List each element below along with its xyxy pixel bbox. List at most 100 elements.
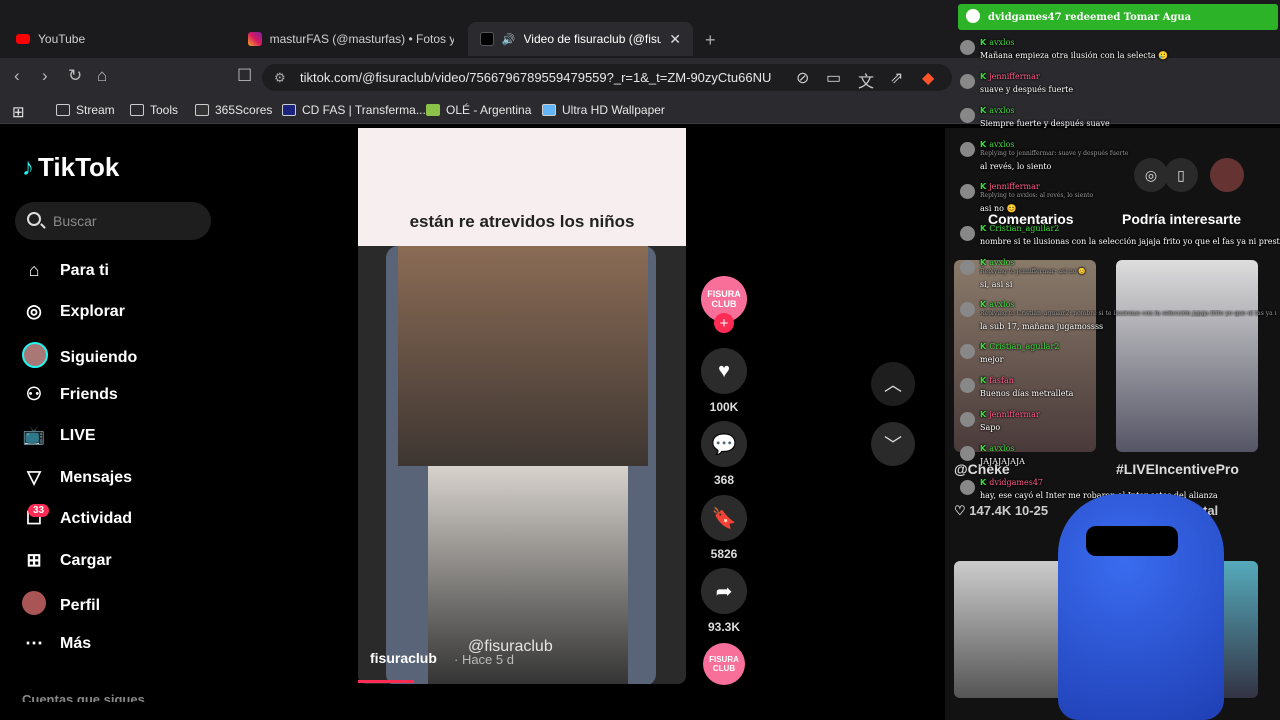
profile-avatar-icon[interactable]: [1210, 158, 1244, 192]
heart-icon: ♥: [701, 348, 747, 394]
nav-cargar[interactable]: ⊞ Cargar: [22, 550, 111, 571]
wallpaper-icon: [542, 104, 556, 116]
close-tab-icon[interactable]: ✕: [669, 31, 681, 48]
comment-count: 368: [713, 473, 735, 487]
bookmark-icon: 🔖: [701, 495, 747, 541]
tab-podria-interesarte[interactable]: Podría interesarte: [1122, 211, 1241, 227]
phone-icon[interactable]: ▯: [1164, 158, 1198, 192]
nav-perfil[interactable]: Perfil: [22, 591, 100, 620]
apps-grid-icon[interactable]: ⊞: [12, 103, 25, 121]
nav-explorar[interactable]: ◎ Explorar: [22, 301, 125, 322]
video-frame-top: [398, 246, 648, 466]
next-video-button[interactable]: ﹀: [871, 422, 915, 466]
bookmark-365scores[interactable]: 365Scores: [195, 103, 272, 117]
nav-live[interactable]: 📺 LIVE: [22, 425, 96, 446]
address-bar[interactable]: ⚙ tiktok.com/@fisuraclub/video/756679678…: [262, 64, 952, 91]
tab-youtube[interactable]: YouTube: [4, 22, 234, 56]
kick-icon: K: [980, 478, 987, 487]
avatar: [960, 74, 975, 89]
brave-shield-icon[interactable]: ◆: [922, 68, 934, 88]
send-icon: ▽: [27, 467, 41, 487]
audio-icon[interactable]: 🔊: [502, 33, 516, 46]
user-avatar-icon: [966, 9, 980, 23]
kick-icon: K: [980, 258, 987, 267]
youtube-icon: [16, 34, 30, 44]
avatar: [960, 378, 975, 393]
search-input[interactable]: Buscar: [15, 202, 211, 240]
nav-mensajes[interactable]: ▽ Mensajes: [22, 467, 132, 488]
suggested-video-thumb[interactable]: [954, 260, 1096, 452]
cast-icon[interactable]: ▭: [826, 68, 841, 88]
avatar: [960, 142, 975, 157]
instagram-icon: [248, 32, 262, 46]
video-progress[interactable]: [358, 680, 414, 683]
nav-para-ti[interactable]: ⌂ Para ti: [22, 260, 109, 281]
previous-video-button[interactable]: ︿: [871, 362, 915, 406]
more-icon: ⋯: [25, 633, 43, 653]
bookmark-cdfas[interactable]: CD FAS | Transferma...: [282, 103, 426, 117]
follow-plus-icon[interactable]: +: [714, 313, 734, 333]
tiktok-logo[interactable]: ♪ TikTok: [22, 152, 119, 183]
save-button[interactable]: 🔖 5826: [701, 495, 747, 561]
nav-friends[interactable]: ⚇ Friends: [22, 384, 118, 405]
back-icon[interactable]: ‹: [14, 66, 20, 86]
avatar: [960, 226, 975, 241]
comment-button[interactable]: 💬 368: [701, 421, 747, 487]
nav-mas[interactable]: ⋯ Más: [22, 633, 91, 654]
bookmark-ole[interactable]: OLÉ - Argentina: [426, 103, 531, 117]
transfermarkt-icon: [282, 104, 296, 116]
bookmark-wallpaper[interactable]: Ultra HD Wallpaper: [542, 103, 665, 117]
live-icon: 📺: [22, 425, 46, 445]
tiktok-note-icon: ♪: [22, 153, 34, 181]
avatar: [960, 108, 975, 123]
like-button[interactable]: ♥ 100K: [701, 348, 747, 414]
search-icon: [27, 212, 41, 226]
new-tab-icon[interactable]: +: [705, 30, 716, 51]
share-button[interactable]: ➦ 93.3K: [701, 568, 747, 634]
activity-badge: 33: [28, 504, 50, 517]
suggested-video-likes: ♡ 147.4K 10-25: [954, 503, 1049, 518]
compass-icon[interactable]: ◎: [1134, 158, 1168, 192]
video-author[interactable]: fisuraclub: [370, 650, 437, 666]
home-icon: ⌂: [28, 260, 40, 280]
bookmark-tools[interactable]: Tools: [130, 103, 178, 117]
chevron-down-icon: ﹀: [884, 435, 902, 455]
bookmark-stream[interactable]: Stream: [56, 103, 115, 117]
avatar: [960, 446, 975, 461]
video-frame: [386, 246, 656, 684]
avatar: [960, 302, 975, 317]
folder-icon: [130, 104, 144, 116]
translate-icon[interactable]: 文: [858, 68, 874, 92]
profile-avatar-icon: [22, 591, 46, 620]
forward-icon[interactable]: ›: [42, 66, 48, 86]
tab-tiktok[interactable]: 🔊 Video de fisuraclub (@fisurac ✕: [468, 22, 693, 56]
video-player[interactable]: están re atrevidos los niños: [358, 128, 686, 684]
kick-icon: K: [980, 38, 987, 47]
mute-icon[interactable]: ⊘: [796, 68, 809, 88]
share-page-icon[interactable]: ⇗: [890, 68, 903, 88]
tab-instagram[interactable]: mastur​FAS (@masturfas) • Fotos y vi: [236, 22, 466, 56]
save-count: 5826: [710, 547, 738, 561]
avatar: [960, 480, 975, 495]
music-disc[interactable]: FISURA CLUB: [703, 643, 745, 685]
reload-icon[interactable]: ↻: [68, 66, 82, 86]
following-accounts-heading: Cuentas que sigues: [22, 692, 145, 702]
nav-siguiendo[interactable]: Siguiendo: [22, 342, 137, 373]
kick-icon: K: [980, 224, 987, 233]
following-avatar-icon: [22, 342, 48, 373]
bookmark-page-icon[interactable]: ☐: [237, 66, 252, 86]
redeem-banner: dvidgames47 redeemed Tomar Agua: [958, 4, 1278, 30]
comment-icon: 💬: [701, 421, 747, 467]
video-caption: están re atrevidos los niños: [409, 212, 635, 231]
suggested-video-thumb[interactable]: [1116, 260, 1258, 452]
tiktok-icon: [480, 32, 494, 46]
kick-icon: K: [980, 444, 987, 453]
avatar: [960, 412, 975, 427]
ole-icon: [426, 104, 440, 116]
upload-icon: ⊞: [26, 550, 42, 570]
mascot-overlay: [1058, 494, 1224, 720]
suggested-video-name[interactable]: #LIVEIncentivePro: [1116, 461, 1239, 477]
site-info-icon[interactable]: ⚙: [274, 70, 286, 86]
folder-icon: [56, 104, 70, 116]
home-icon[interactable]: ⌂: [97, 66, 107, 86]
